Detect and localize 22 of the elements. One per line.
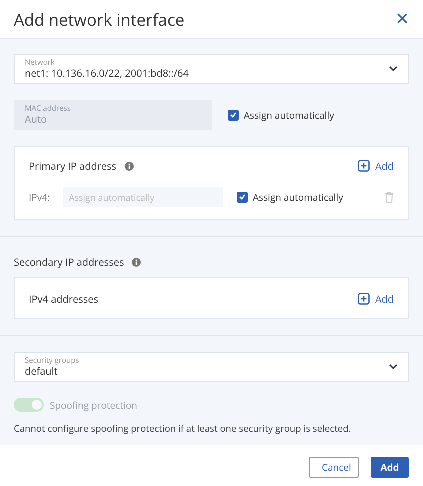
plus-icon [358, 160, 370, 172]
close-button[interactable]: × [396, 8, 409, 30]
add-button[interactable]: Add [358, 292, 394, 306]
ipv4-label: IPv4: [29, 190, 52, 204]
info-icon [132, 258, 142, 266]
add-button[interactable]: Add [371, 457, 409, 478]
checkbox-label: Assign automatically [253, 190, 344, 204]
section-title: Primary IP address [29, 159, 117, 173]
toggle-label: Spoofing protection [50, 398, 138, 412]
checkbox[interactable] [237, 192, 248, 202]
cancel-button[interactable]: Cancel [309, 457, 359, 478]
ipv4-field[interactable]: Assign automatically [63, 187, 223, 207]
checkbox-label: Assign automatically [244, 108, 334, 122]
dialog-title: Add network interface [14, 8, 185, 30]
help-text: Cannot configure spoofing protection if at least one security group is selected. [14, 422, 352, 435]
section-title: Secondary IP addresses [14, 255, 124, 269]
chevron-icon [389, 66, 398, 72]
plus-icon [358, 293, 370, 305]
card-title: IPv4 addresses [29, 292, 99, 306]
info-icon [124, 162, 134, 170]
add-button[interactable]: Add [358, 159, 394, 173]
chevron-icon [389, 364, 398, 370]
